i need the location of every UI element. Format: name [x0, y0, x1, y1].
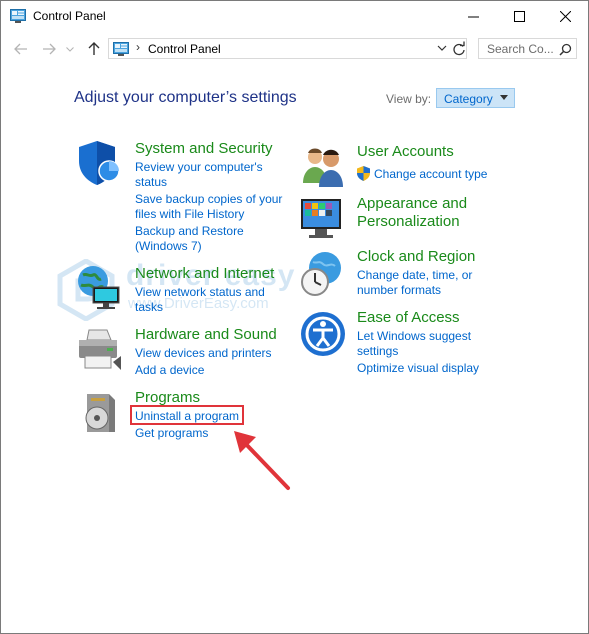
- caret-down-icon: [500, 95, 508, 100]
- page-title: Adjust your computer’s settings: [74, 89, 297, 106]
- close-button[interactable]: [542, 1, 588, 32]
- chevron-down-icon[interactable]: [437, 43, 447, 53]
- backup-restore-link[interactable]: Backup and Restore (Windows 7): [135, 224, 255, 254]
- user-accounts-icon: [303, 148, 343, 187]
- programs-disc-icon: [85, 394, 115, 432]
- appearance-monitor-icon: [301, 199, 341, 238]
- optimize-visual-link[interactable]: Optimize visual display: [357, 361, 479, 376]
- system-security-title[interactable]: System and Security: [135, 140, 273, 158]
- close-icon: [559, 11, 571, 22]
- up-arrow-icon: [88, 42, 100, 55]
- devices-printers-link[interactable]: View devices and printers: [135, 346, 272, 361]
- chevron-down-icon: [66, 46, 74, 52]
- refresh-icon[interactable]: [452, 41, 466, 57]
- back-arrow-icon: [14, 43, 27, 55]
- chevron-right-icon[interactable]: ›: [136, 40, 140, 54]
- view-by-value: Category: [444, 92, 493, 106]
- red-arrow-icon: [234, 431, 290, 490]
- ease-of-access-title[interactable]: Ease of Access: [357, 309, 460, 327]
- clock-globe-icon: [301, 252, 341, 296]
- uac-shield-icon: [357, 166, 370, 181]
- recent-locations-button[interactable]: [64, 40, 76, 58]
- maximize-button[interactable]: [496, 1, 542, 32]
- change-account-type-link[interactable]: Change account type: [374, 167, 487, 182]
- control-panel-icon: [113, 42, 129, 56]
- add-device-link[interactable]: Add a device: [135, 363, 204, 378]
- view-by-dropdown[interactable]: Category: [436, 88, 515, 108]
- get-programs-link[interactable]: Get programs: [135, 426, 208, 441]
- ease-of-access-icon: [301, 312, 345, 356]
- breadcrumb[interactable]: Control Panel: [148, 42, 221, 56]
- shield-icon: [79, 141, 120, 185]
- up-button[interactable]: [85, 40, 103, 58]
- network-internet-title[interactable]: Network and Internet: [135, 265, 274, 283]
- search-input[interactable]: Search Co...: [478, 38, 577, 59]
- network-globe-icon: [78, 266, 120, 309]
- search-placeholder: Search Co...: [487, 42, 554, 56]
- view-by-label: View by:: [386, 92, 432, 106]
- address-bar[interactable]: › Control Panel: [108, 38, 467, 59]
- minimize-icon: [467, 16, 479, 18]
- minimize-button[interactable]: [450, 1, 496, 32]
- date-time-format-link[interactable]: Change date, time, or number formats: [357, 268, 487, 298]
- file-history-link[interactable]: Save backup copies of your files with Fi…: [135, 192, 287, 222]
- forward-button[interactable]: [40, 40, 58, 58]
- network-status-link[interactable]: View network status and tasks: [135, 285, 275, 315]
- forward-arrow-icon: [43, 43, 56, 55]
- appearance-personalization-title[interactable]: Appearance and Personalization: [357, 195, 497, 231]
- back-button[interactable]: [12, 40, 30, 58]
- printer-icon: [79, 329, 121, 370]
- control-panel-window: Control Panel › Control Panel Search Co.…: [0, 0, 589, 634]
- user-accounts-title[interactable]: User Accounts: [357, 143, 454, 161]
- title-bar[interactable]: Control Panel: [1, 1, 588, 32]
- control-panel-icon: [10, 9, 26, 23]
- clock-region-title[interactable]: Clock and Region: [357, 248, 475, 266]
- review-status-link[interactable]: Review your computer's status: [135, 160, 275, 190]
- window-title: Control Panel: [33, 9, 106, 23]
- maximize-icon: [513, 11, 525, 22]
- windows-suggest-link[interactable]: Let Windows suggest settings: [357, 329, 487, 359]
- hardware-sound-title[interactable]: Hardware and Sound: [135, 326, 277, 344]
- search-icon: [559, 43, 572, 56]
